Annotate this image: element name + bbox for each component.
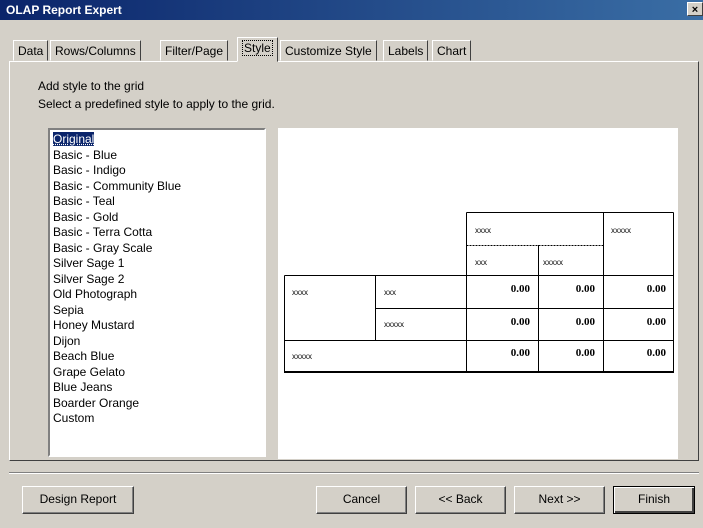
style-list-item[interactable]: Silver Sage 1	[53, 256, 264, 272]
style-list-item[interactable]: Honey Mustard	[53, 318, 264, 334]
preview-row-sub-2: xxxxx	[384, 320, 404, 329]
preview-value: 0.00	[575, 316, 595, 328]
style-list-item[interactable]: Grape Gelato	[53, 365, 264, 381]
tab-filter-page[interactable]: Filter/Page	[160, 40, 229, 61]
style-list-item[interactable]: Boarder Orange	[53, 396, 264, 412]
finish-button[interactable]: Finish	[613, 486, 695, 514]
preview-sub-header-2: xxxxx	[543, 258, 563, 267]
grid-preview: xxxx xxxxx xxx xxxxx xxxx xxx xxxxx xxxx…	[278, 128, 678, 459]
title-bar: OLAP Report Expert ×	[0, 0, 703, 20]
style-list-item[interactable]: Custom	[53, 411, 264, 427]
preview-value: 0.00	[575, 347, 595, 359]
close-icon[interactable]: ×	[687, 2, 703, 16]
style-list-item[interactable]: Blue Jeans	[53, 380, 264, 396]
tab-rows-columns[interactable]: Rows/Columns	[50, 40, 141, 61]
style-list-item[interactable]: Beach Blue	[53, 349, 264, 365]
preview-row-total: xxxxx	[292, 352, 312, 361]
style-list-item[interactable]: Basic - Gray Scale	[53, 241, 264, 257]
style-list-item[interactable]: Sepia	[53, 303, 264, 319]
preview-col-header-1: xxxx	[475, 226, 491, 235]
preview-value: 0.00	[646, 347, 666, 359]
tab-style[interactable]: Style	[237, 37, 278, 62]
next-button[interactable]: Next >>	[514, 486, 605, 514]
tab-data[interactable]: Data	[13, 40, 49, 61]
preview-col-header-2: xxxxx	[611, 226, 631, 235]
preview-value: 0.00	[510, 316, 530, 328]
design-report-button[interactable]: Design Report	[22, 486, 134, 514]
preview-value: 0.00	[646, 316, 666, 328]
page-instruction: Select a predefined style to apply to th…	[38, 97, 275, 111]
preview-value: 0.00	[575, 283, 595, 295]
style-list-item[interactable]: Basic - Gold	[53, 210, 264, 226]
preview-row-header-1: xxxx	[292, 288, 308, 297]
style-list-item[interactable]: Basic - Terra Cotta	[53, 225, 264, 241]
style-list-item[interactable]: Basic - Indigo	[53, 163, 264, 179]
style-list-item[interactable]: Basic - Teal	[53, 194, 264, 210]
style-listbox[interactable]: Original Basic - Blue Basic - Indigo Basic …	[48, 128, 266, 457]
preview-sub-header-1: xxx	[475, 258, 487, 267]
style-list-item[interactable]: Silver Sage 2	[53, 272, 264, 288]
preview-value: 0.00	[510, 283, 530, 295]
window-title: OLAP Report Expert	[6, 3, 122, 17]
preview-value: 0.00	[510, 347, 530, 359]
preview-row-sub-1: xxx	[384, 288, 396, 297]
tab-chart[interactable]: Chart	[432, 40, 472, 61]
tab-customize-style[interactable]: Customize Style	[280, 40, 377, 61]
style-list-item[interactable]: Original	[53, 132, 264, 148]
cancel-button[interactable]: Cancel	[316, 486, 407, 514]
back-button[interactable]: << Back	[415, 486, 506, 514]
style-list-item[interactable]: Basic - Community Blue	[53, 179, 264, 195]
preview-value: 0.00	[646, 283, 666, 295]
style-list: Original Basic - Blue Basic - Indigo Basic …	[50, 130, 264, 427]
style-list-item[interactable]: Old Photograph	[53, 287, 264, 303]
style-list-item[interactable]: Dijon	[53, 334, 264, 350]
page-heading: Add style to the grid	[38, 79, 145, 93]
tab-labels[interactable]: Labels	[383, 40, 429, 61]
style-list-item[interactable]: Basic - Blue	[53, 148, 264, 164]
button-separator	[9, 472, 699, 474]
